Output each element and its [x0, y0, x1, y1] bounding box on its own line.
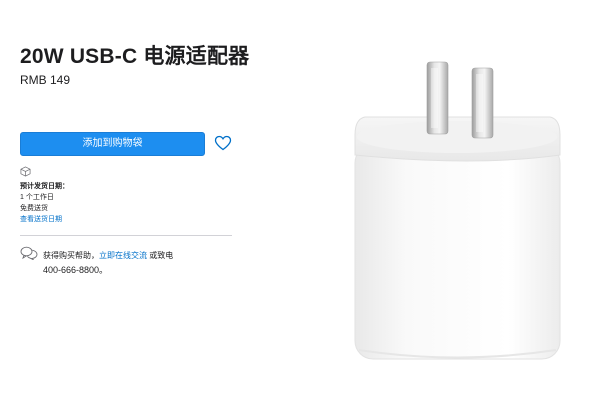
- shipping-info: 预计发货日期： 1 个工作日 免费送货 查看送货日期: [20, 181, 69, 225]
- product-price: RMB 149: [20, 73, 71, 87]
- product-image: [354, 61, 561, 360]
- help-phone: 400-666-8800。: [43, 265, 109, 275]
- box-icon: [20, 166, 31, 177]
- add-to-bag-button[interactable]: 添加到购物袋: [20, 132, 205, 156]
- chat-now-link[interactable]: 立即在线交流: [99, 251, 147, 260]
- shipping-days: 1 个工作日: [20, 194, 54, 201]
- help-or-call: 或致电: [147, 251, 174, 260]
- purchase-help: 获得购买帮助，立即在线交流 或致电 400-666-8800。: [43, 249, 193, 278]
- check-delivery-date-link[interactable]: 查看送货日期: [20, 214, 69, 225]
- shipping-heading: 预计发货日期：: [20, 183, 69, 190]
- chat-bubbles-icon: [20, 246, 38, 260]
- product-title: 20W USB-C 电源适配器: [20, 45, 250, 68]
- shipping-free: 免费送货: [20, 205, 48, 212]
- divider: [20, 235, 232, 236]
- heart-icon[interactable]: [213, 133, 233, 153]
- help-prefix: 获得购买帮助，: [43, 251, 99, 260]
